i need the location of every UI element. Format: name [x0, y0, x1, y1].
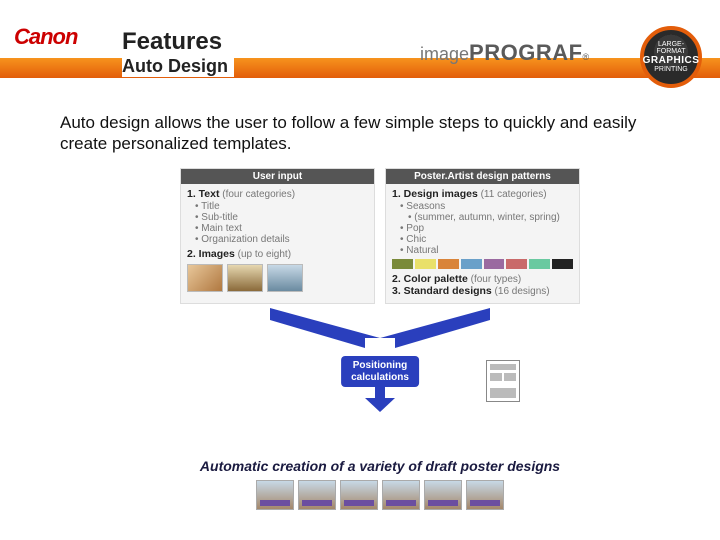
list-item: Title — [195, 201, 368, 212]
graphics-seal-icon: LARGE-FORMAT GRAPHICS PRINTING — [640, 26, 702, 88]
result-thumb-icon — [424, 480, 462, 510]
list-item: Pop — [400, 223, 573, 234]
seal-text-top: LARGE-FORMAT — [644, 41, 698, 55]
swatch-icon — [438, 259, 459, 269]
design-images-note: (11 categories) — [478, 189, 547, 200]
standard-designs-label: 3. Standard designs — [392, 285, 492, 297]
page-subtitle: Auto Design — [122, 56, 234, 77]
workflow-diagram: User input 1. Text (four categories) Tit… — [180, 168, 580, 510]
swatch-icon — [392, 259, 413, 269]
list-item: Organization details — [195, 234, 368, 245]
color-palette-label: 2. Color palette — [392, 273, 468, 285]
design-bullet-list: Seasons (summer, autumn, winter, spring)… — [392, 201, 573, 256]
arrow-stage — [180, 308, 580, 354]
design-patterns-header: Poster.Artist design patterns — [386, 169, 579, 184]
thumb-icon — [267, 264, 303, 292]
merge-arrow-icon — [180, 308, 580, 354]
images-note: (up to eight) — [235, 249, 291, 260]
result-thumb-icon — [466, 480, 504, 510]
result-thumb-icon — [382, 480, 420, 510]
standard-designs-note: (16 designs) — [492, 286, 550, 297]
result-thumb-icon — [340, 480, 378, 510]
list-item: Sub-title — [195, 212, 368, 223]
thumb-icon — [187, 264, 223, 292]
result-thumbs — [180, 480, 580, 510]
layout-preview-icon — [486, 360, 520, 402]
slide-header: Canon Features Auto Design image PROGRAF… — [0, 0, 720, 78]
swatch-icon — [415, 259, 436, 269]
images-label: 2. Images — [187, 248, 235, 260]
user-image-thumbs — [187, 264, 368, 292]
text-categories-label: 1. Text — [187, 188, 219, 200]
arrow-down-icon — [365, 386, 395, 412]
page-title: Features — [122, 28, 222, 56]
positioning-box: Positioningcalculations — [341, 356, 419, 387]
user-input-panel: User input 1. Text (four categories) Tit… — [180, 168, 375, 304]
swatch-icon — [552, 259, 573, 269]
swatch-icon — [484, 259, 505, 269]
list-item: Chic — [400, 234, 573, 245]
intro-paragraph: Auto design allows the user to follow a … — [60, 112, 660, 155]
swatch-icon — [529, 259, 550, 269]
registered-mark: ® — [583, 52, 590, 62]
seal-text-bot: PRINTING — [654, 66, 687, 73]
result-thumb-icon — [256, 480, 294, 510]
logo-part-prograf: PROGRAF — [469, 40, 583, 66]
thumb-icon — [227, 264, 263, 292]
user-input-header: User input — [181, 169, 374, 184]
design-patterns-panel: Poster.Artist design patterns 1. Design … — [385, 168, 580, 304]
seal-text-mid: GRAPHICS — [643, 55, 700, 66]
list-item: (summer, autumn, winter, spring) — [400, 212, 573, 223]
result-thumb-icon — [298, 480, 336, 510]
color-palette-note: (four types) — [468, 274, 521, 285]
text-bullet-list: Title Sub-title Main text Organization d… — [187, 201, 368, 245]
list-item: Seasons — [400, 201, 573, 212]
imageprograf-logo: image PROGRAF ® — [420, 40, 589, 66]
swatch-icon — [506, 259, 527, 269]
design-images-label: 1. Design images — [392, 188, 478, 200]
list-item: Main text — [195, 223, 368, 234]
list-item: Natural — [400, 245, 573, 256]
color-palette-row — [392, 259, 573, 269]
result-caption: Automatic creation of a variety of draft… — [180, 458, 580, 474]
text-categories-note: (four categories) — [219, 189, 295, 200]
canon-logo: Canon — [14, 24, 77, 50]
logo-part-image: image — [420, 44, 469, 65]
swatch-icon — [461, 259, 482, 269]
accent-bar — [0, 58, 720, 78]
